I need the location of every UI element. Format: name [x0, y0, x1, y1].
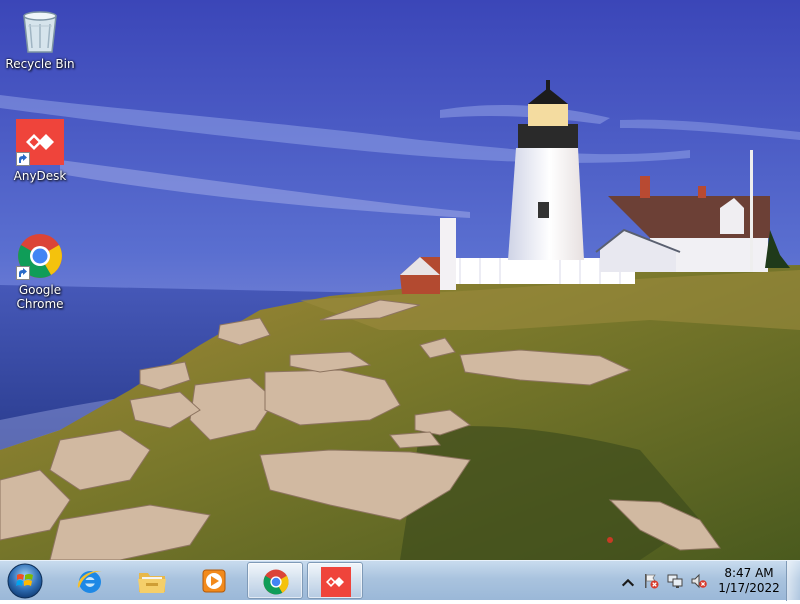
taskbar-anydesk[interactable]	[307, 562, 363, 599]
taskbar-media-player[interactable]	[186, 562, 242, 599]
desktop-icon-recycle-bin[interactable]: Recycle Bin	[2, 6, 78, 71]
start-button[interactable]	[5, 562, 45, 600]
shortcut-arrow-icon	[16, 152, 30, 166]
chrome-icon	[263, 569, 289, 595]
desktop-icon-label: Google Chrome	[16, 283, 64, 311]
show-hidden-icons-chevron[interactable]	[620, 575, 636, 591]
taskbar-internet-explorer[interactable]	[62, 562, 118, 599]
taskbar: 8:47 AM 1/17/2022	[0, 560, 800, 601]
action-center-flag-icon[interactable]	[643, 573, 659, 589]
desktop-wallpaper[interactable]	[0, 0, 800, 560]
folder-icon	[138, 573, 166, 593]
taskbar-google-chrome[interactable]	[247, 562, 303, 599]
desktop-icon-label: AnyDesk	[13, 169, 67, 183]
anydesk-icon	[321, 567, 351, 597]
volume-muted-icon[interactable]	[691, 573, 707, 589]
shortcut-arrow-icon	[16, 266, 30, 280]
clock-time: 8:47 AM	[724, 566, 774, 580]
internet-explorer-icon	[77, 570, 103, 593]
system-clock[interactable]: 8:47 AM 1/17/2022	[713, 566, 785, 596]
clock-date: 1/17/2022	[718, 581, 780, 595]
network-icon[interactable]	[667, 573, 683, 589]
media-player-icon	[202, 569, 226, 593]
desktop-icon-anydesk[interactable]: AnyDesk	[2, 118, 78, 183]
anydesk-icon	[16, 118, 64, 166]
desktop-icon-label: Recycle Bin	[5, 57, 75, 71]
desktop-icon-google-chrome[interactable]: Google Chrome	[2, 232, 78, 311]
start-orb-icon	[7, 563, 43, 599]
taskbar-file-explorer[interactable]	[124, 562, 180, 599]
chrome-icon	[16, 232, 64, 280]
recycle-bin-icon	[16, 6, 64, 54]
show-desktop-button[interactable]	[786, 561, 800, 601]
